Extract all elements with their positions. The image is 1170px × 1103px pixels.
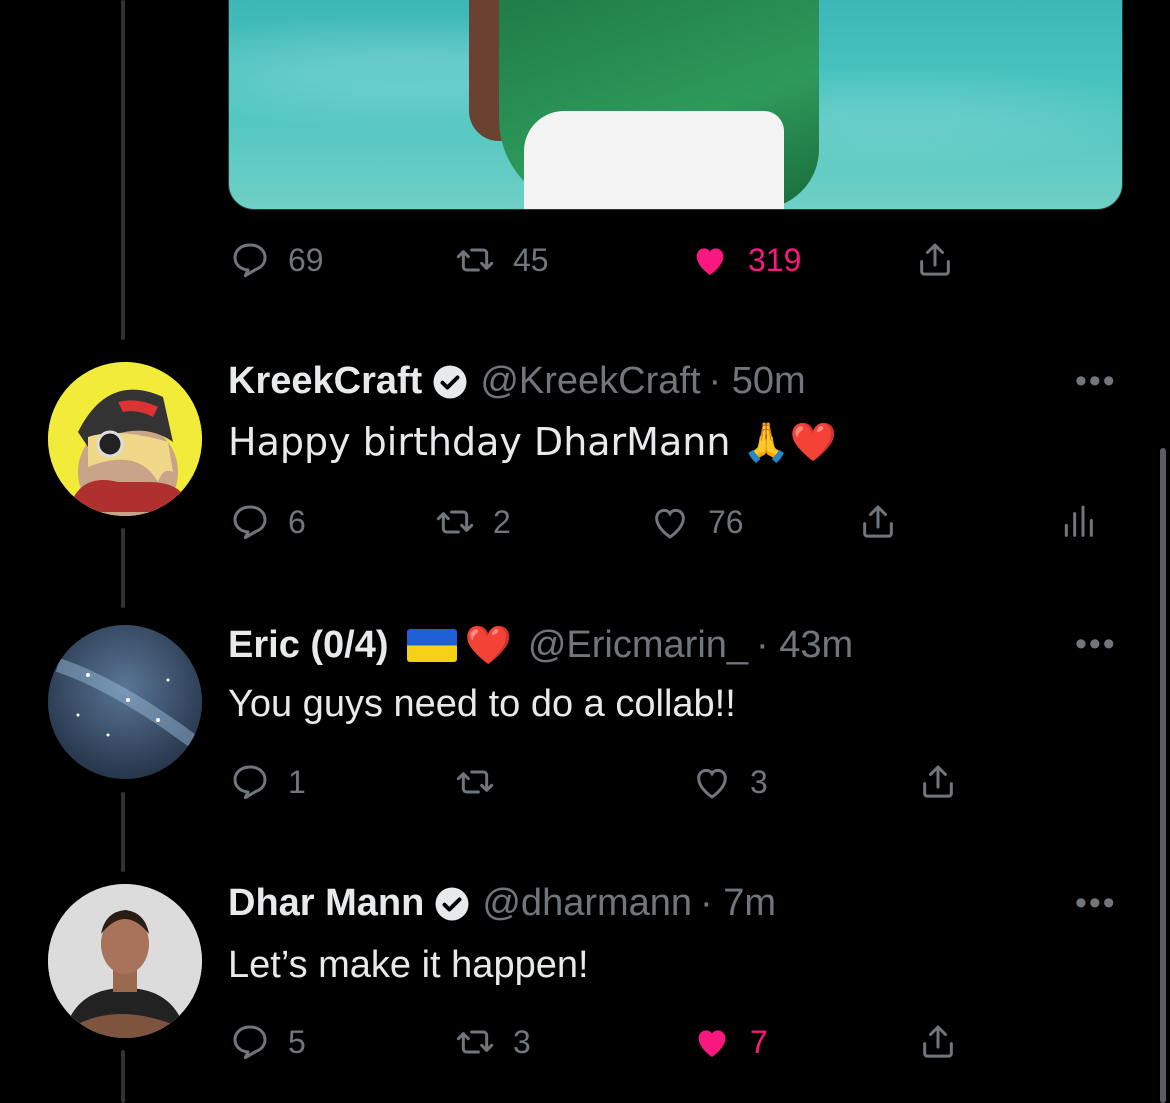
like-button[interactable]: 76 <box>650 502 744 542</box>
more-icon[interactable]: ••• <box>1075 362 1117 401</box>
share-button[interactable] <box>858 502 898 542</box>
verified-badge-icon <box>435 887 469 920</box>
post-media-image[interactable] <box>228 0 1123 210</box>
retweet-button[interactable]: 45 <box>455 240 549 280</box>
reply-count: 1 <box>288 763 306 800</box>
like-count: 3 <box>750 763 768 800</box>
share-button[interactable] <box>915 240 955 280</box>
retweet-button[interactable]: 2 <box>435 502 511 542</box>
avatar-eric[interactable] <box>48 625 202 779</box>
thread-line <box>121 1050 125 1103</box>
image-pants <box>524 111 784 209</box>
thread-line <box>121 0 125 340</box>
verified-badge-icon <box>433 365 467 398</box>
reply-icon <box>233 1025 267 1060</box>
retweet-icon <box>436 510 474 534</box>
reply-icon <box>233 243 267 278</box>
thread-line <box>121 792 125 872</box>
like-button[interactable]: 3 <box>692 762 768 802</box>
retweet-button[interactable] <box>455 762 513 802</box>
retweet-button[interactable]: 3 <box>455 1022 531 1062</box>
more-icon[interactable]: ••• <box>1075 625 1117 664</box>
avatar-image <box>48 362 202 516</box>
share-icon <box>863 505 893 538</box>
tweet-header-eric: Eric (0/4) ❤️ @Ericmarin_ · 43m <box>228 623 853 668</box>
share-icon <box>923 765 953 798</box>
display-name[interactable]: Eric (0/4) <box>228 624 389 667</box>
analytics-button[interactable] <box>1058 502 1098 542</box>
display-name[interactable]: KreekCraft <box>228 360 422 403</box>
heart-emoji: ❤️ <box>464 623 512 667</box>
handle[interactable]: @dharmann <box>482 882 692 925</box>
avatar-kreekcraft[interactable] <box>48 362 202 516</box>
tweet-header-kreekcraft: KreekCraft @KreekCraft · 50m <box>228 360 806 403</box>
avatar-image <box>48 884 202 1038</box>
retweet-icon <box>456 248 494 272</box>
reply-count: 69 <box>288 241 324 278</box>
like-icon <box>697 768 727 799</box>
handle[interactable]: @KreekCraft <box>480 360 700 403</box>
thread-line <box>121 528 125 608</box>
retweet-icon <box>456 770 494 794</box>
tweet-text: Happy birthday DharMann 🙏❤️ <box>228 420 838 464</box>
like-button[interactable]: 319 <box>690 240 801 280</box>
share-icon <box>923 1025 953 1058</box>
share-button[interactable] <box>918 1022 958 1062</box>
reply-button[interactable]: 5 <box>230 1022 306 1062</box>
like-icon <box>698 1030 726 1057</box>
like-button[interactable]: 7 <box>692 1022 768 1062</box>
more-icon[interactable]: ••• <box>1075 884 1117 923</box>
reply-icon <box>233 505 267 540</box>
share-icon <box>920 243 950 276</box>
reply-count: 5 <box>288 1023 306 1060</box>
reply-button[interactable]: 1 <box>230 762 306 802</box>
reply-button[interactable]: 69 <box>230 240 324 280</box>
avatar-dharmann[interactable] <box>48 884 202 1038</box>
scrollbar[interactable] <box>1160 448 1166 1103</box>
like-count: 76 <box>708 503 744 540</box>
like-icon <box>655 508 685 539</box>
reply-count: 6 <box>288 503 306 540</box>
timestamp[interactable]: · 7m <box>700 882 776 925</box>
like-icon <box>696 248 724 275</box>
display-name[interactable]: Dhar Mann <box>228 882 424 925</box>
share-button[interactable] <box>918 762 958 802</box>
analytics-icon <box>1064 505 1093 537</box>
reply-icon <box>233 765 267 800</box>
tweet-text: You guys need to do a collab!! <box>228 683 736 725</box>
tweet-header-dharmann: Dhar Mann @dharmann · 7m <box>228 882 776 925</box>
like-count: 319 <box>748 241 802 278</box>
like-count: 7 <box>750 1023 768 1060</box>
timestamp[interactable]: · 43m <box>756 624 853 667</box>
retweet-icon <box>456 1030 494 1054</box>
tweet-text: Let’s make it happen! <box>228 944 589 986</box>
retweet-count: 45 <box>513 241 549 278</box>
handle[interactable]: @Ericmarin_ <box>528 624 748 667</box>
timestamp[interactable]: · 50m <box>709 360 806 403</box>
ukraine-flag-icon <box>406 629 457 662</box>
avatar-image <box>48 625 202 779</box>
reply-button[interactable]: 6 <box>230 502 306 542</box>
retweet-count: 2 <box>493 503 511 540</box>
retweet-count: 3 <box>513 1023 531 1060</box>
